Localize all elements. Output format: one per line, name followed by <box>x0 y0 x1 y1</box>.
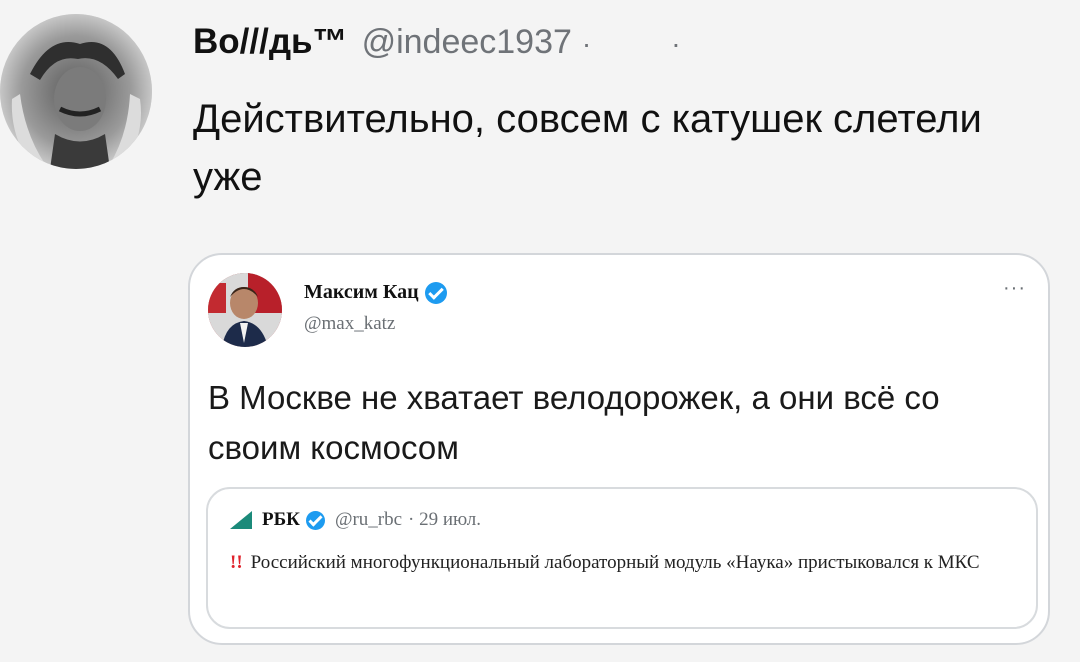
main-tweet: Во///дь™ @indeec1937 · · Действительно, … <box>0 0 1080 662</box>
nested-quote-header: РБК @ru_rbc · 29 июл. <box>230 509 481 531</box>
author-name[interactable]: Во///дь™ <box>193 22 348 62</box>
quoted-tweet-text: В Москве не хватает велодорожек, а они в… <box>208 379 940 466</box>
verified-icon <box>305 510 325 530</box>
author-avatar[interactable] <box>0 14 152 169</box>
nested-tweet-date[interactable]: · 29 июл. <box>408 509 481 531</box>
nested-author-name[interactable]: РБК <box>262 509 300 531</box>
separator-dot-2: · <box>671 28 681 59</box>
quoted-author-name-row: Максим Кац <box>304 281 447 304</box>
nested-quote-card[interactable]: РБК @ru_rbc · 29 июл. !! Российский много… <box>206 487 1038 629</box>
alert-icon: !! <box>230 552 243 573</box>
rbc-logo-icon <box>230 511 252 529</box>
nested-author-handle[interactable]: @ru_rbc <box>335 509 402 531</box>
tweet-header: Во///дь™ @indeec1937 · · <box>193 22 681 66</box>
nested-quote-text-block: !! Российский многофункциональный лаборат… <box>230 547 1020 579</box>
quoted-author-name[interactable]: Максим Кац <box>304 281 419 304</box>
more-options-icon[interactable]: ··· <box>1003 277 1026 300</box>
verified-icon <box>424 281 447 304</box>
quoted-author-avatar[interactable] <box>208 273 282 347</box>
quoted-tweet-card[interactable]: Максим Кац @max_katz ··· В Москве не хва… <box>188 253 1050 645</box>
nested-quote-text: Российский многофункциональный лаборатор… <box>250 552 980 573</box>
separator-dot: · <box>581 28 592 59</box>
author-handle[interactable]: @indeec1937 <box>362 23 572 62</box>
tweet-text: Действительно, совсем с катушек слетели … <box>193 97 982 199</box>
quoted-author-handle[interactable]: @max_katz <box>304 313 395 335</box>
